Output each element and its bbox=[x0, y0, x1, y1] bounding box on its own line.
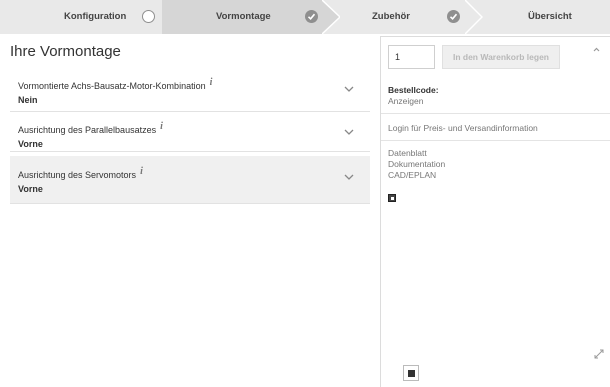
page-title: Ihre Vormontage bbox=[10, 43, 121, 60]
order-panel: In den Warenkorb legen Bestellcode: Anze… bbox=[380, 36, 610, 387]
quantity-input[interactable] bbox=[388, 45, 435, 69]
order-code-label: Bestellcode: bbox=[388, 85, 439, 95]
order-code: Bestellcode: Anzeigen bbox=[388, 85, 439, 107]
chevron-up-icon[interactable] bbox=[593, 47, 600, 52]
thumbnail-mark bbox=[408, 370, 415, 377]
info-icon[interactable]: i bbox=[160, 121, 163, 132]
info-icon[interactable]: i bbox=[140, 166, 143, 177]
cad-eplan-link[interactable]: CAD/EPLAN bbox=[388, 170, 445, 181]
image-placeholder-icon bbox=[388, 194, 396, 202]
chevron-down-icon[interactable] bbox=[344, 86, 354, 93]
expand-icon[interactable] bbox=[594, 349, 604, 359]
divider bbox=[381, 113, 610, 114]
option-row-kombination[interactable]: Vormontierte Achs-Bausatz-Motor-Kombinat… bbox=[10, 72, 370, 112]
document-links: Datenblatt Dokumentation CAD/EPLAN bbox=[388, 148, 445, 181]
step-label: Übersicht bbox=[528, 11, 572, 22]
datasheet-link[interactable]: Datenblatt bbox=[388, 148, 445, 159]
order-code-link[interactable]: Anzeigen bbox=[388, 96, 439, 107]
step-navigation: Konfiguration Vormontage Zubehör Übersic… bbox=[0, 0, 610, 34]
documentation-link[interactable]: Dokumentation bbox=[388, 159, 445, 170]
preview-thumbnail-icon[interactable] bbox=[403, 365, 419, 381]
step-konfiguration[interactable]: Konfiguration bbox=[0, 0, 162, 34]
option-value: Vorne bbox=[18, 139, 43, 149]
step-uebersicht[interactable]: Übersicht bbox=[483, 0, 610, 34]
check-circle-icon bbox=[305, 10, 318, 23]
step-label: Konfiguration bbox=[64, 11, 127, 22]
step-label: Vormontage bbox=[216, 11, 271, 22]
option-row-parallelbausatz[interactable]: Ausrichtung des Parallelbausatzes i Vorne bbox=[10, 112, 370, 152]
step-vormontage[interactable]: Vormontage bbox=[162, 0, 322, 34]
option-label: Ausrichtung des Parallelbausatzes i bbox=[18, 121, 163, 135]
option-label: Ausrichtung des Servomotors i bbox=[18, 166, 143, 180]
step-separator-icon bbox=[465, 0, 483, 34]
divider bbox=[381, 140, 610, 141]
add-to-cart-button[interactable]: In den Warenkorb legen bbox=[442, 45, 560, 69]
chevron-down-icon[interactable] bbox=[344, 129, 354, 136]
login-link[interactable]: Login für Preis- und Versandinformation bbox=[388, 123, 538, 134]
check-circle-icon bbox=[447, 10, 460, 23]
option-row-servomotor[interactable]: Ausrichtung des Servomotors i Vorne bbox=[10, 156, 370, 204]
step-separator-icon bbox=[322, 0, 340, 34]
circle-outline-icon bbox=[142, 10, 155, 23]
step-label: Zubehör bbox=[372, 11, 410, 22]
info-icon[interactable]: i bbox=[210, 77, 213, 88]
step-zubehoer[interactable]: Zubehör bbox=[340, 0, 465, 34]
option-value: Nein bbox=[18, 95, 38, 105]
option-value: Vorne bbox=[18, 184, 43, 194]
chevron-down-icon[interactable] bbox=[344, 174, 354, 181]
option-label: Vormontierte Achs-Bausatz-Motor-Kombinat… bbox=[18, 77, 213, 91]
